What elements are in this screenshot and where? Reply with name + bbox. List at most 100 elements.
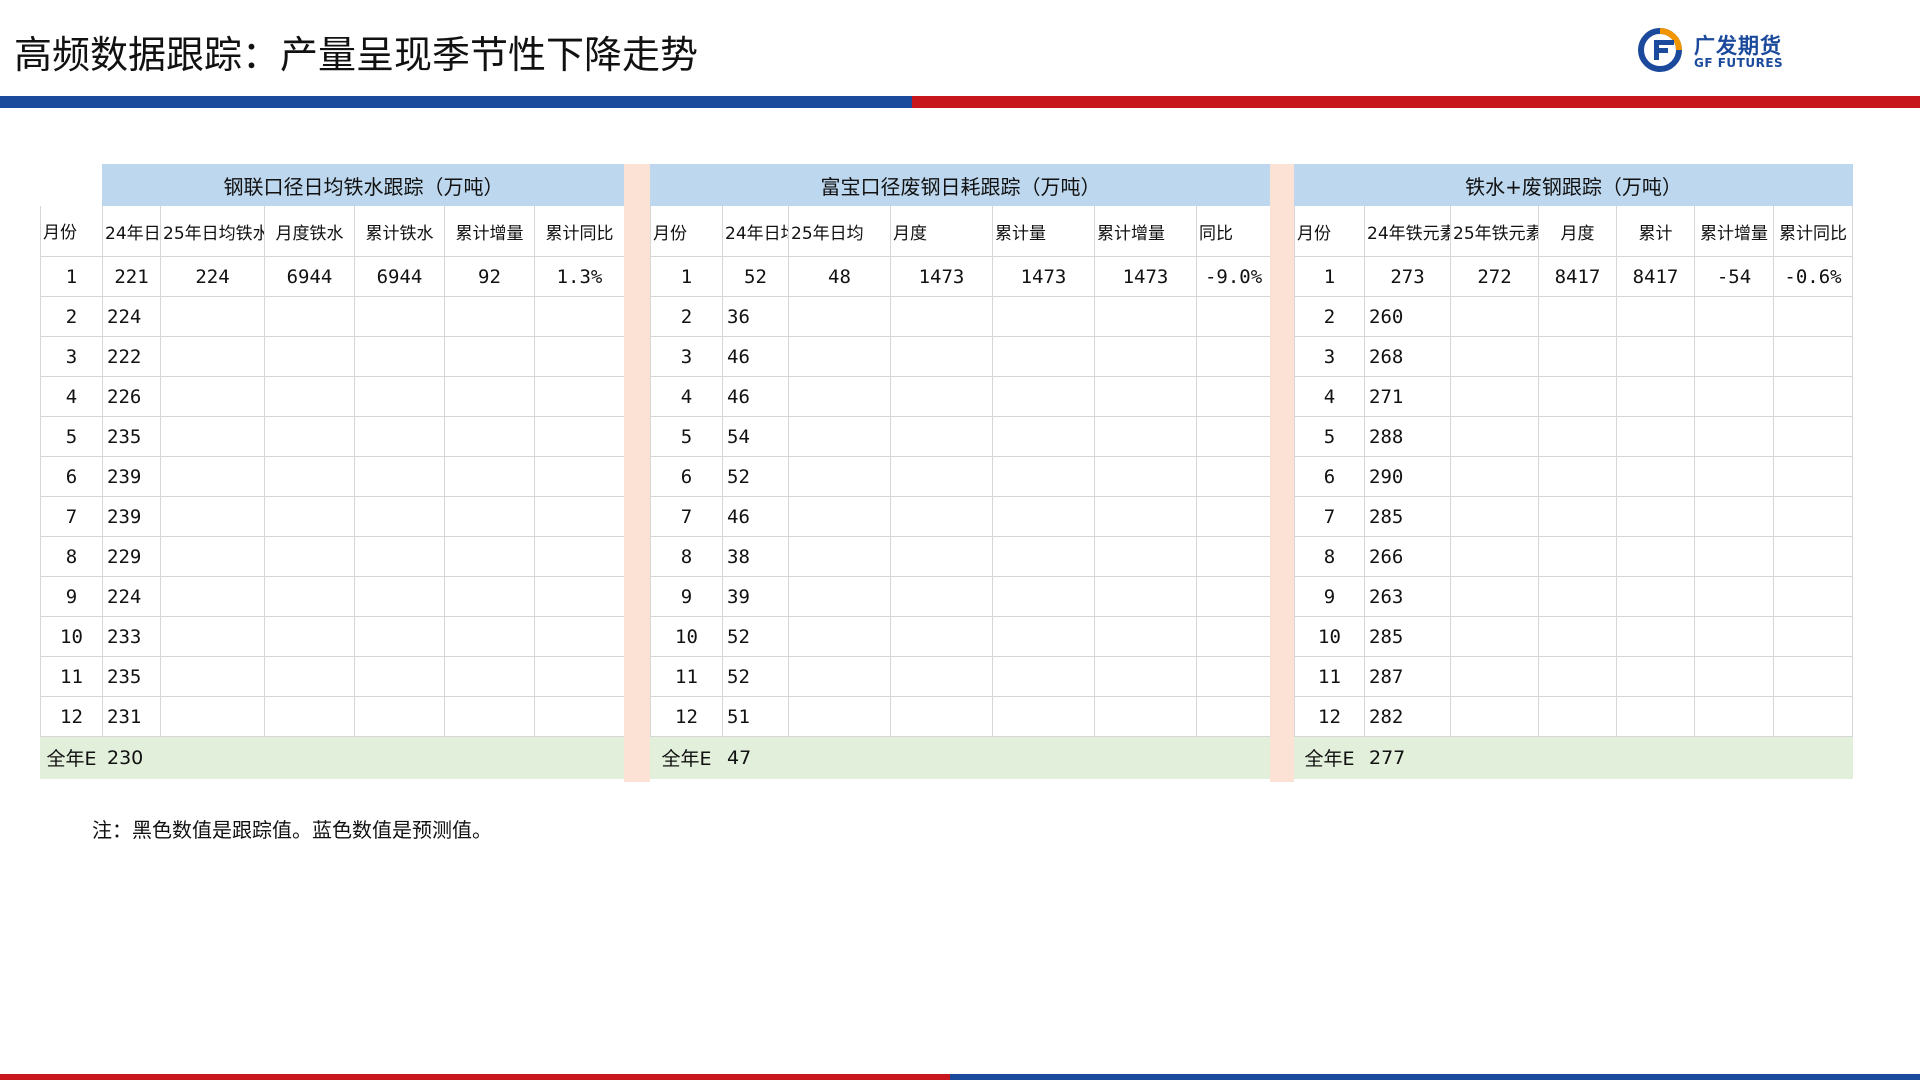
value-cell: -9.0% (1195, 256, 1272, 297)
month-cell: 2 (650, 296, 723, 337)
table-row: 8 266 (1294, 536, 1854, 577)
value-cell (1094, 696, 1197, 737)
month-cell: 1 (40, 256, 103, 297)
month-cell: 9 (650, 576, 723, 617)
value-cell (534, 336, 625, 377)
col-monthly: 月度 (1538, 205, 1617, 257)
value-cell (1772, 696, 1854, 737)
value-cell (264, 616, 355, 657)
value-cell (1538, 336, 1617, 377)
value-cell (1538, 376, 1617, 417)
col-monthly: 月度铁水 (264, 205, 355, 257)
col-yoy: 累计同比 (534, 205, 625, 257)
value-cell (788, 456, 891, 497)
value-cell (160, 656, 265, 697)
value-cell (1772, 416, 1854, 457)
value-cell (1195, 456, 1272, 497)
value-cell (534, 656, 625, 697)
value-cell (1538, 536, 1617, 577)
value-cell (1772, 656, 1854, 697)
value-cell (1094, 416, 1197, 457)
value-cell: 52 (722, 616, 789, 657)
month-cell: 12 (650, 696, 723, 737)
column-headers: 月份 24年日均铁水 25年日均铁水 月度铁水 累计铁水 累计增量 累计同比 (40, 205, 625, 257)
table-row: 8 229 (40, 536, 625, 577)
value-cell (788, 696, 891, 737)
value-cell (1195, 336, 1272, 377)
value-cell (1616, 416, 1695, 457)
value-cell (1772, 576, 1854, 617)
value-cell (890, 456, 993, 497)
value-cell (1772, 296, 1854, 337)
total-row: 全年E 230 (40, 736, 625, 779)
column-headers: 月份 24年铁元素 25年铁元素 月度 累计 累计增量 累计同比 (1294, 205, 1854, 257)
value-cell (160, 536, 265, 577)
value-cell (264, 536, 355, 577)
scrap-steel-table: 富宝口径废钢日耗跟踪（万吨） 月份 24年日均 25年日均 月度 累计量 累计增… (649, 164, 1272, 779)
logo-text-en: GF FUTURES (1694, 56, 1784, 70)
total-value: 230 (102, 736, 161, 779)
value-cell: 224 (102, 576, 161, 617)
value-cell (992, 536, 1095, 577)
month-cell: 2 (1294, 296, 1365, 337)
total-label: 全年E (650, 736, 723, 779)
value-cell: 46 (722, 336, 789, 377)
value-cell (992, 376, 1095, 417)
col-increment: 累计增量 (1694, 205, 1774, 257)
value-cell (264, 576, 355, 617)
table-row: 8 38 (650, 536, 1272, 577)
value-cell: 263 (1364, 576, 1451, 617)
total-value: 277 (1364, 736, 1451, 779)
value-cell (890, 536, 993, 577)
value-cell (1450, 656, 1539, 697)
total-label: 全年E (40, 736, 103, 779)
value-cell (1616, 696, 1695, 737)
table-row: 5 54 (650, 416, 1272, 457)
table-row: 4 271 (1294, 376, 1854, 417)
table-row: 3 46 (650, 336, 1272, 377)
value-cell: 51 (722, 696, 789, 737)
table-divider (1270, 164, 1294, 782)
value-cell (1694, 376, 1774, 417)
month-cell: 6 (40, 456, 103, 497)
value-cell: 36 (722, 296, 789, 337)
value-cell (160, 416, 265, 457)
value-cell (1616, 536, 1695, 577)
value-cell (354, 336, 445, 377)
col-24: 24年日均 (722, 205, 789, 257)
value-cell (1616, 656, 1695, 697)
value-cell (534, 616, 625, 657)
value-cell: 226 (102, 376, 161, 417)
month-cell: 12 (40, 696, 103, 737)
value-cell: 222 (102, 336, 161, 377)
value-cell (160, 696, 265, 737)
value-cell: 39 (722, 576, 789, 617)
value-cell (1616, 336, 1695, 377)
value-cell (444, 576, 535, 617)
value-cell (890, 376, 993, 417)
value-cell (264, 336, 355, 377)
month-cell: 7 (40, 496, 103, 537)
value-cell (788, 376, 891, 417)
month-cell: 3 (650, 336, 723, 377)
col-increment: 累计增量 (1094, 205, 1197, 257)
value-cell (354, 656, 445, 697)
col-25: 25年日均铁水 (160, 205, 265, 257)
value-cell (1694, 456, 1774, 497)
col-cumulative: 累计 (1616, 205, 1695, 257)
value-cell (354, 416, 445, 457)
month-cell: 7 (650, 496, 723, 537)
value-cell: 224 (102, 296, 161, 337)
table-row: 3 268 (1294, 336, 1854, 377)
value-cell: 52 (722, 656, 789, 697)
value-cell: 8417 (1616, 256, 1695, 297)
value-cell (1772, 616, 1854, 657)
value-cell (1538, 576, 1617, 617)
value-cell (1616, 496, 1695, 537)
table-row: 12 51 (650, 696, 1272, 737)
value-cell (992, 336, 1095, 377)
value-cell: 38 (722, 536, 789, 577)
value-cell (1094, 336, 1197, 377)
value-cell (1195, 656, 1272, 697)
value-cell (354, 376, 445, 417)
